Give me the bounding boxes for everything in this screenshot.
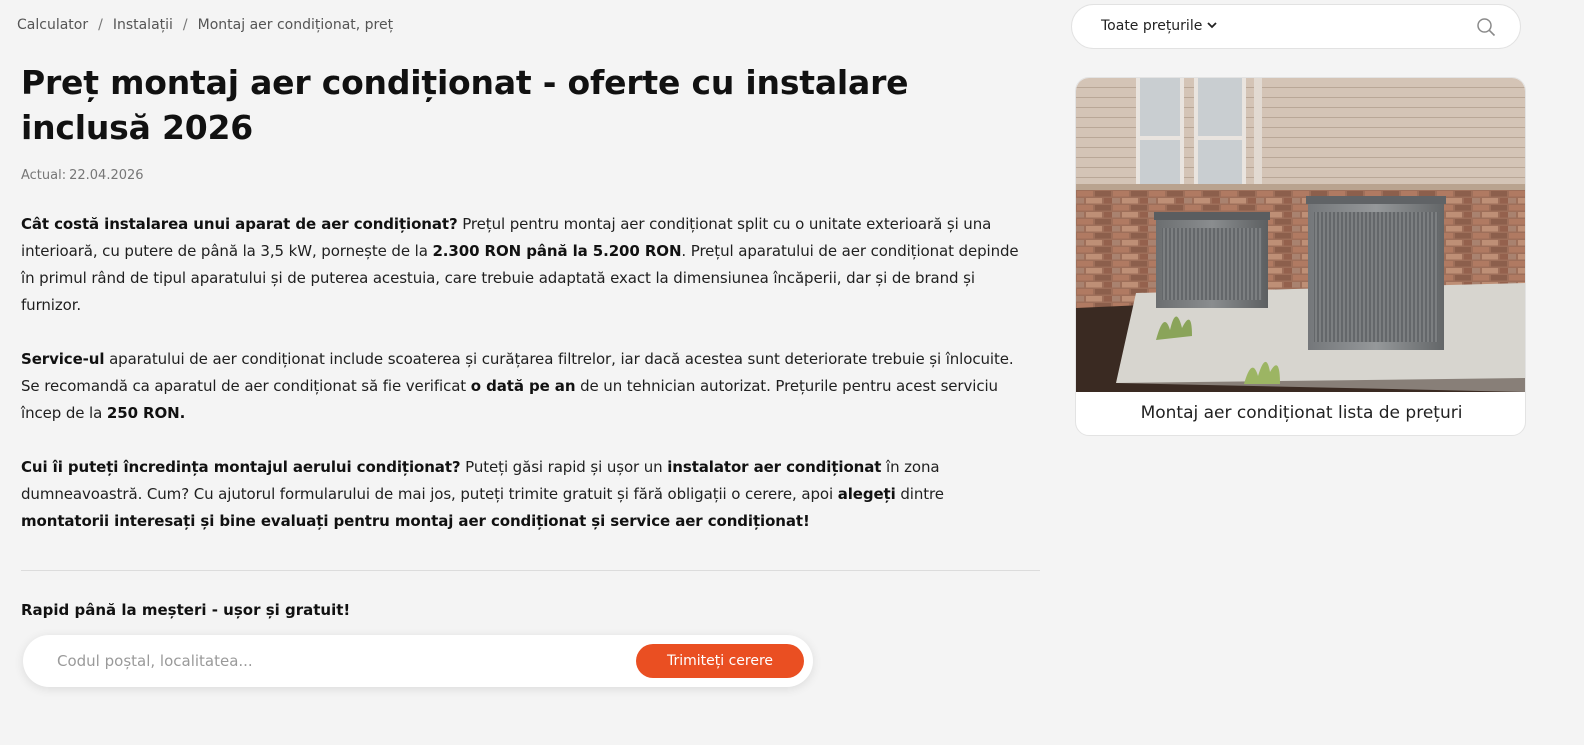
divider xyxy=(21,570,1040,571)
paragraph-installer: Cui îi puteți încredința montajul aerulu… xyxy=(21,454,1021,535)
breadcrumb-separator: / xyxy=(182,17,188,33)
form-title: Rapid până la meșteri - ușor și gratuit! xyxy=(21,601,351,619)
price-category-dropdown[interactable]: Toate prețurile xyxy=(1101,18,1217,34)
request-form: Trimiteți cerere xyxy=(23,635,813,687)
bold-price-range: 2.300 RON până la 5.200 RON xyxy=(432,242,682,260)
bold-frequency: o dată pe an xyxy=(470,377,576,395)
air-conditioner-image xyxy=(1076,78,1525,392)
bold-question: Cât costă instalarea unui aparat de aer … xyxy=(21,215,458,233)
updated-date: Actual: 22.04.2026 xyxy=(21,168,144,183)
pricelist-card[interactable]: Montaj aer condiționat lista de prețuri xyxy=(1075,77,1526,436)
breadcrumb-item-current[interactable]: Montaj aer condiționat, preț xyxy=(198,17,393,33)
card-caption: Montaj aer condiționat lista de prețuri xyxy=(1140,403,1463,423)
breadcrumb-item-instalatii[interactable]: Instalații xyxy=(113,17,173,33)
text: Puteți găsi rapid și ușor un xyxy=(460,458,668,476)
price-search-bar: Toate prețurile xyxy=(1071,4,1521,49)
page: Calculator / Instalații / Montaj aer condiți… xyxy=(0,0,1584,745)
updated-label: Actual: xyxy=(21,168,67,183)
bold-question: Cui îi puteți încredința montajul aerulu… xyxy=(21,458,461,476)
bold-installers: montatorii interesați și bine evaluați p… xyxy=(21,512,810,530)
search-icon[interactable] xyxy=(1476,17,1496,37)
paragraph-cost: Cât costă instalarea unui aparat de aer … xyxy=(21,211,1021,319)
send-request-button[interactable]: Trimiteți cerere xyxy=(636,644,804,678)
bold-service-price: 250 RON. xyxy=(106,404,186,422)
chevron-down-icon xyxy=(1207,21,1217,32)
article-body: Cât costă instalarea unui aparat de aer … xyxy=(21,211,1021,562)
updated-value: 22.04.2026 xyxy=(69,168,144,183)
breadcrumb-item-calculator[interactable]: Calculator xyxy=(17,17,88,33)
breadcrumb: Calculator / Instalații / Montaj aer condiți… xyxy=(17,17,393,33)
page-title: Preț montaj aer condiționat - oferte cu … xyxy=(21,63,909,147)
bold-choose: alegeți xyxy=(837,485,896,503)
postal-code-input[interactable] xyxy=(57,649,617,673)
bold-service: Service-ul xyxy=(21,350,105,368)
dropdown-label: Toate prețurile xyxy=(1101,18,1203,34)
bold-installer: instalator aer condiționat xyxy=(667,458,882,476)
breadcrumb-separator: / xyxy=(98,17,103,33)
text: dintre xyxy=(895,485,944,503)
paragraph-service: Service-ul aparatului de aer condiționat… xyxy=(21,346,1021,427)
